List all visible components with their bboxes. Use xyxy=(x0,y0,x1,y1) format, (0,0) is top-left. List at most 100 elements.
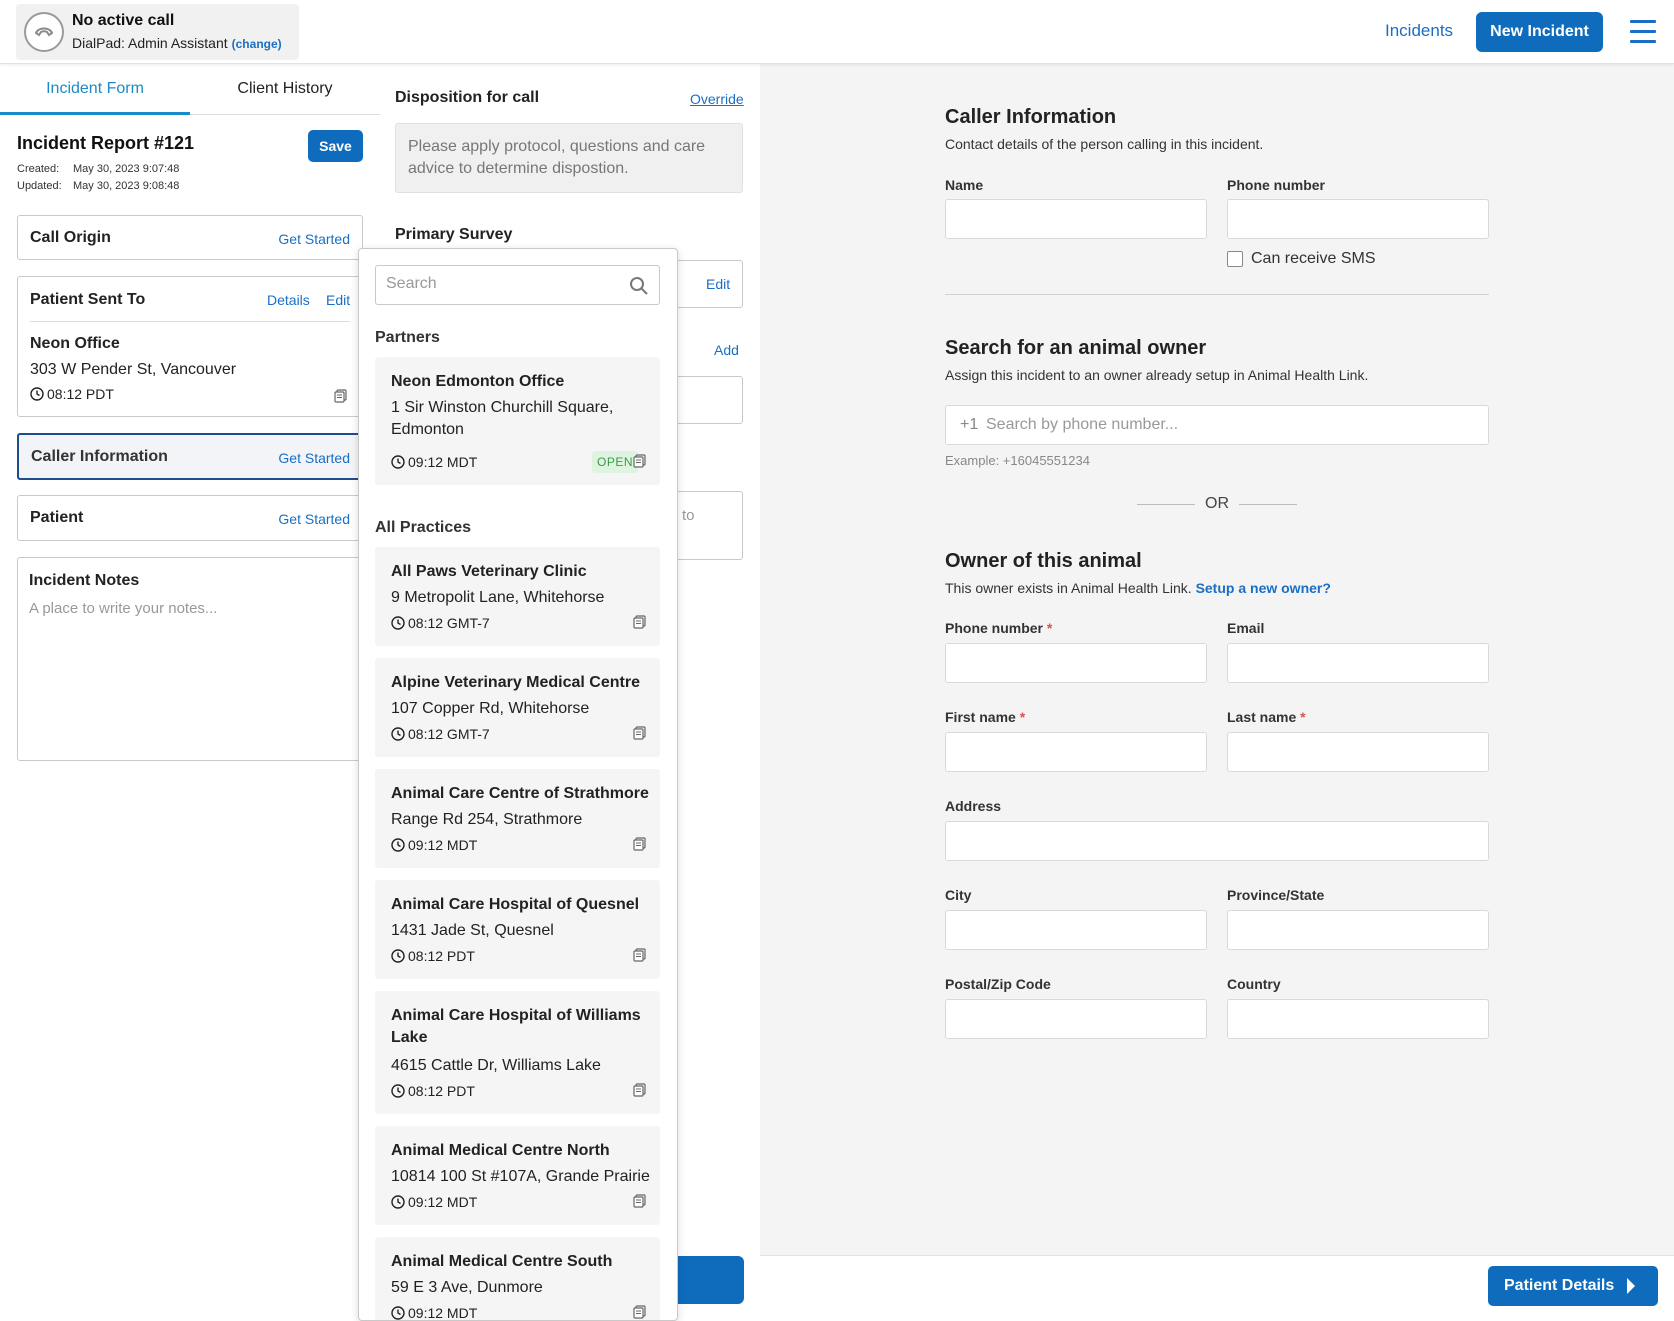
open-status-badge: OPEN xyxy=(592,451,638,473)
address-input[interactable] xyxy=(945,821,1489,861)
practice-name: Animal Care Hospital of Quesnel xyxy=(391,896,640,913)
owner-phone-search-input[interactable]: +1 Search by phone number... xyxy=(945,405,1489,445)
practice-time: 08:12 PDT xyxy=(408,1083,475,1099)
right-panel xyxy=(760,64,1674,1321)
practice-address: Range Rd 254, Strathmore xyxy=(391,811,583,828)
province-label: Province/State xyxy=(1227,887,1325,903)
last-name-label: Last name * xyxy=(1227,709,1306,725)
caller-information-card[interactable]: Caller Information Get Started xyxy=(17,433,363,480)
caller-name-label: Name xyxy=(945,177,984,193)
incident-notes-placeholder: A place to write your notes... xyxy=(29,600,218,617)
copy-icon[interactable] xyxy=(633,1194,646,1208)
required-mark: * xyxy=(1046,620,1053,636)
practice-item[interactable]: Animal Medical Centre South 59 E 3 Ave, … xyxy=(375,1237,660,1320)
caller-name-input[interactable] xyxy=(945,199,1207,239)
city-input[interactable] xyxy=(945,910,1207,950)
owner-search-subtitle: Assign this incident to an owner already… xyxy=(945,367,1369,383)
practice-item[interactable]: All Paws Veterinary Clinic 9 Metropolit … xyxy=(375,547,660,646)
country-input[interactable] xyxy=(1227,999,1489,1039)
clock-icon xyxy=(391,727,405,741)
sent-to-place-time: 08:12 PDT xyxy=(47,386,114,402)
postal-input[interactable] xyxy=(945,999,1207,1039)
caller-information-get-started[interactable]: Get Started xyxy=(278,450,350,466)
copy-icon[interactable] xyxy=(633,1083,646,1097)
patient-sent-to-details-link[interactable]: Details xyxy=(267,292,310,308)
required-mark: * xyxy=(1300,709,1306,725)
province-input[interactable] xyxy=(1227,910,1489,950)
practice-time: 08:12 GMT-7 xyxy=(408,726,490,742)
sms-checkbox-row[interactable]: Can receive SMS xyxy=(1227,250,1376,268)
copy-icon[interactable] xyxy=(633,726,646,740)
caret-right-icon xyxy=(1627,1278,1635,1294)
practice-time: 08:12 PDT xyxy=(408,948,475,964)
clock-icon xyxy=(391,949,405,963)
tab-incident-form[interactable]: Incident Form xyxy=(0,64,190,115)
practice-search-box[interactable] xyxy=(375,265,660,305)
copy-icon[interactable] xyxy=(633,454,646,468)
practice-item[interactable]: Alpine Veterinary Medical Centre 107 Cop… xyxy=(375,658,660,757)
copy-icon[interactable] xyxy=(334,389,347,403)
practice-name: All Paws Veterinary Clinic xyxy=(391,563,587,580)
practice-search-input[interactable] xyxy=(386,275,616,293)
patient-get-started[interactable]: Get Started xyxy=(278,511,350,527)
practice-item[interactable]: Animal Care Hospital of Quesnel 1431 Jad… xyxy=(375,880,660,979)
sent-to-place-time-row: 08:12 PDT xyxy=(30,386,114,402)
copy-icon[interactable] xyxy=(633,948,646,962)
change-line-link[interactable]: (change) xyxy=(232,37,282,51)
search-icon[interactable] xyxy=(629,276,649,296)
override-link[interactable]: Override xyxy=(690,91,744,107)
setup-new-owner-link[interactable]: Setup a new owner? xyxy=(1196,580,1331,596)
practice-time: 09:12 MDT xyxy=(408,1194,478,1210)
patient-sent-to-title: Patient Sent To xyxy=(30,291,146,308)
partner-name: Neon Edmonton Office xyxy=(391,373,565,390)
practice-item[interactable]: Animal Care Hospital of Williams Lake 46… xyxy=(375,991,660,1114)
tab-client-history[interactable]: Client History xyxy=(190,64,380,115)
owner-phone-input[interactable] xyxy=(945,643,1207,683)
owner-phone-label: Phone number * xyxy=(945,620,1052,636)
incidents-link[interactable]: Incidents xyxy=(1385,21,1453,41)
clock-icon xyxy=(391,455,405,469)
practice-item[interactable]: Animal Medical Centre North 10814 100 St… xyxy=(375,1126,660,1225)
last-name-input[interactable] xyxy=(1227,732,1489,772)
updated-meta: Updated: May 30, 2023 9:08:48 xyxy=(17,180,179,192)
call-origin-get-started[interactable]: Get Started xyxy=(278,231,350,247)
first-name-input[interactable] xyxy=(945,732,1207,772)
patient-details-button[interactable]: Patient Details xyxy=(1488,1266,1658,1306)
practice-item[interactable]: Animal Care Centre of Strathmore Range R… xyxy=(375,769,660,868)
section-divider xyxy=(945,294,1489,295)
hamburger-menu-icon[interactable] xyxy=(1630,20,1656,44)
practice-address: 4615 Cattle Dr, Williams Lake xyxy=(391,1057,601,1074)
practice-name: Animal Medical Centre North xyxy=(391,1142,610,1159)
practice-time: 09:12 MDT xyxy=(408,837,478,853)
patient-sent-to-edit-link[interactable]: Edit xyxy=(326,292,350,308)
primary-survey-edit-link[interactable]: Edit xyxy=(706,276,730,292)
partner-address: 1 Sir Winston Churchill Square, Edmonton xyxy=(391,399,614,438)
card-divider xyxy=(30,321,350,322)
address-label: Address xyxy=(945,798,1002,814)
copy-icon[interactable] xyxy=(633,1305,646,1319)
phone-search-placeholder: Search by phone number... xyxy=(986,416,1179,433)
created-label: Created: xyxy=(17,163,60,175)
incident-notes-card[interactable]: Incident Notes A place to write your not… xyxy=(17,557,363,761)
practice-name: Alpine Veterinary Medical Centre xyxy=(391,674,640,691)
practice-address: 59 E 3 Ave, Dunmore xyxy=(391,1279,543,1296)
partner-item[interactable]: Neon Edmonton Office 1 Sir Winston Churc… xyxy=(375,357,660,485)
owner-search-title: Search for an animal owner xyxy=(945,337,1207,359)
caller-phone-input[interactable] xyxy=(1227,199,1489,239)
sms-checkbox[interactable] xyxy=(1227,251,1243,267)
city-label: City xyxy=(945,887,972,903)
or-divider: OR xyxy=(1137,494,1297,514)
clock-icon xyxy=(30,387,44,401)
save-button[interactable]: Save xyxy=(308,130,363,162)
copy-icon[interactable] xyxy=(633,615,646,629)
new-incident-button[interactable]: New Incident xyxy=(1476,12,1603,52)
owner-email-input[interactable] xyxy=(1227,643,1489,683)
sent-to-place-name: Neon Office xyxy=(30,335,120,352)
first-name-label-text: First name xyxy=(945,709,1016,725)
patient-sent-to-card: Patient Sent To Details Edit Neon Office… xyxy=(17,276,363,417)
copy-icon[interactable] xyxy=(633,837,646,851)
add-link[interactable]: Add xyxy=(714,342,739,358)
call-origin-title: Call Origin xyxy=(30,229,111,246)
created-value: May 30, 2023 9:07:48 xyxy=(73,163,180,175)
primary-survey-title: Primary Survey xyxy=(395,226,513,243)
